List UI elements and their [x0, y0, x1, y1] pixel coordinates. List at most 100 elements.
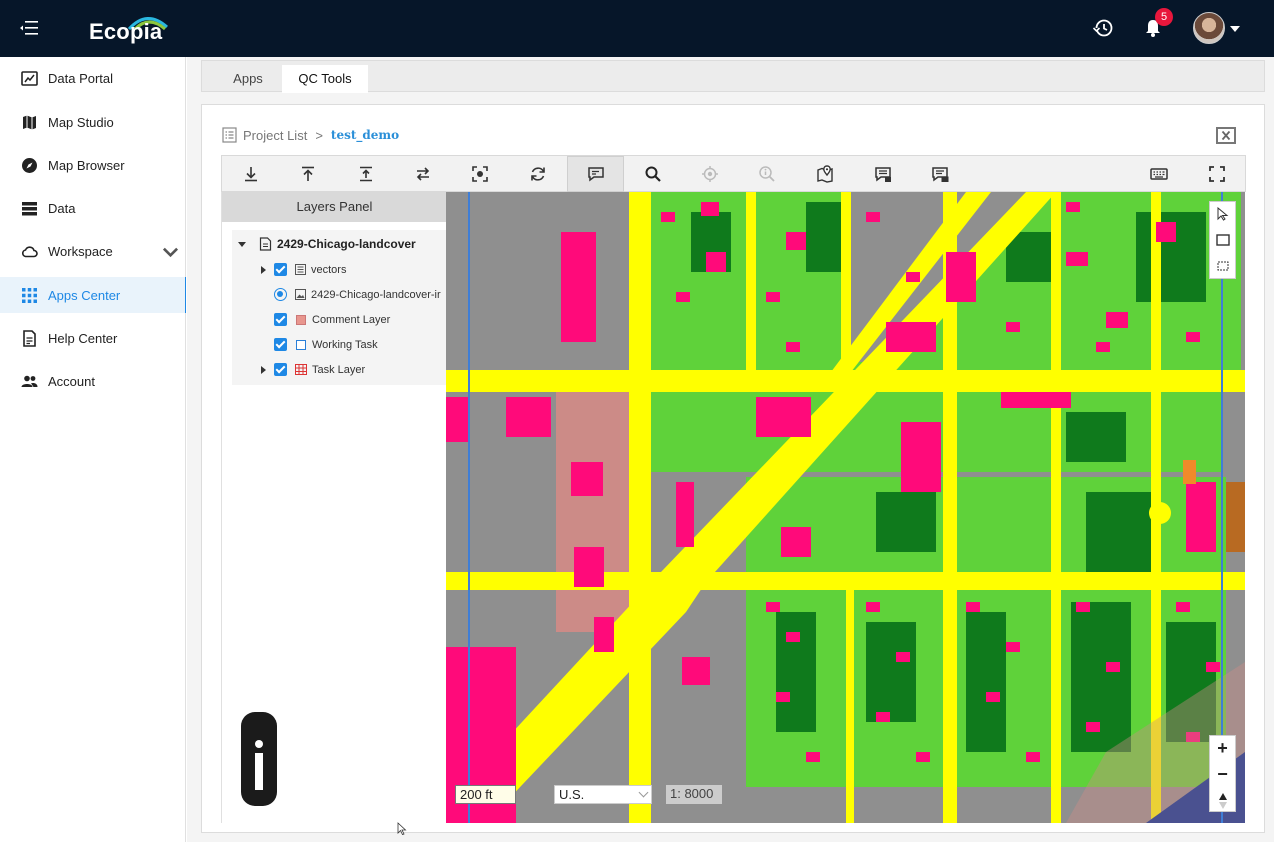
sidebar-item-help-center[interactable]: Help Center: [0, 320, 186, 356]
sidebar-item-label: Help Center: [48, 330, 118, 346]
keyboard-button[interactable]: [1140, 156, 1177, 192]
unit-select-value: U.S.: [559, 787, 585, 802]
breadcrumb: Project List > test_demo: [222, 126, 399, 144]
sidebar-item-label: Workspace: [48, 243, 113, 259]
download-button[interactable]: [232, 156, 269, 192]
grid-layer-icon: [295, 364, 307, 375]
tab-apps[interactable]: Apps: [218, 65, 278, 93]
upload-icon: [301, 166, 314, 181]
pointer-icon[interactable]: [1217, 207, 1229, 221]
map-icon: [23, 115, 36, 129]
user-avatar[interactable]: [1193, 12, 1225, 44]
layer-imagery[interactable]: 2429-Chicago-landcover-ir: [232, 284, 446, 306]
compass-reset-icon[interactable]: [1217, 792, 1229, 810]
search-button[interactable]: [634, 156, 671, 192]
ecopia-logo[interactable]: Ecopia: [89, 13, 179, 47]
info-button[interactable]: [241, 712, 277, 806]
layer-checkbox[interactable]: [274, 263, 287, 276]
unit-select[interactable]: U.S.: [554, 785, 652, 804]
notification-badge: 5: [1155, 8, 1173, 26]
refresh-icon: [530, 167, 545, 181]
layer-label: vectors: [311, 264, 347, 276]
sidebar-item-label: Map Studio: [48, 114, 114, 130]
search-icon: [645, 166, 661, 182]
layer-radio[interactable]: [274, 288, 287, 301]
sidebar-item-data[interactable]: Data: [0, 190, 186, 226]
image-icon: [295, 289, 306, 300]
polygon-select-icon[interactable]: [1216, 260, 1230, 272]
layer-task[interactable]: Task Layer: [232, 359, 446, 381]
landcover-map: [446, 192, 1245, 823]
data-portal-icon: [21, 70, 38, 86]
scale-ratio: 1: 8000: [666, 785, 722, 804]
collapse-icon[interactable]: [238, 242, 246, 247]
layer-root-label: 2429-Chicago-landcover: [277, 237, 416, 251]
swap-button[interactable]: [404, 156, 441, 192]
sidebar: Data Portal Map Studio Map Browser Data …: [0, 57, 186, 842]
user-menu-caret-icon[interactable]: [1230, 26, 1240, 32]
info-search-button[interactable]: [748, 156, 785, 192]
upload-button[interactable]: [289, 156, 326, 192]
sidebar-item-workspace[interactable]: Workspace: [0, 233, 186, 269]
map-toolbar: [221, 155, 1246, 192]
swap-icon: [416, 167, 429, 181]
rectangle-select-icon[interactable]: [1216, 234, 1230, 246]
sidebar-item-label: Apps Center: [48, 287, 121, 303]
apps-grid-icon: [22, 287, 37, 303]
chevron-down-icon[interactable]: [162, 243, 179, 260]
info-search-icon: [758, 166, 775, 182]
comment-check-button[interactable]: [921, 156, 958, 192]
layer-checkbox[interactable]: [274, 363, 287, 376]
merge-up-button[interactable]: [347, 156, 384, 192]
comment-edit-button[interactable]: [567, 156, 624, 192]
map-view[interactable]: [446, 192, 1245, 823]
layer-vectors[interactable]: vectors: [232, 259, 446, 281]
locate-icon: [701, 166, 718, 182]
refresh-button[interactable]: [519, 156, 556, 192]
zoom-in-button[interactable]: +: [1210, 736, 1235, 761]
map-marker-button[interactable]: [806, 156, 843, 192]
keyboard-icon: [1149, 168, 1168, 180]
expand-icon[interactable]: [261, 366, 266, 374]
layers-panel-title: Layers Panel: [222, 192, 447, 222]
scale-bar-label: 200 ft: [455, 785, 516, 804]
locate-button[interactable]: [691, 156, 728, 192]
tab-qc-tools[interactable]: QC Tools: [282, 65, 368, 93]
fullscreen-button[interactable]: [1198, 156, 1235, 192]
menu-icon[interactable]: [19, 19, 39, 37]
comment-list-button[interactable]: [864, 156, 901, 192]
layer-working-task[interactable]: Working Task: [232, 334, 446, 356]
zoom-out-button[interactable]: −: [1210, 762, 1235, 787]
breadcrumb-separator: >: [315, 127, 323, 143]
breadcrumb-project-list[interactable]: Project List: [243, 128, 307, 143]
sidebar-item-data-portal[interactable]: Data Portal: [0, 60, 186, 96]
comment-check-icon: [931, 167, 948, 182]
close-icon[interactable]: [1216, 127, 1236, 144]
tabs-bar: Apps QC Tools: [201, 60, 1265, 93]
layer-label: Task Layer: [312, 364, 366, 376]
sidebar-item-label: Account: [48, 373, 95, 389]
layer-checkbox[interactable]: [274, 313, 287, 326]
sidebar-item-account[interactable]: Account: [0, 363, 186, 399]
storage-icon: [22, 201, 37, 215]
sidebar-item-label: Map Browser: [48, 157, 125, 173]
sidebar-item-map-studio[interactable]: Map Studio: [0, 104, 186, 140]
layer-swatch: [296, 340, 306, 350]
capture-icon: [471, 166, 488, 182]
document-icon: [23, 329, 36, 347]
zoom-controls: + −: [1209, 735, 1236, 812]
layer-root[interactable]: 2429-Chicago-landcover: [232, 233, 446, 255]
sidebar-item-map-browser[interactable]: Map Browser: [0, 147, 186, 183]
top-bar: Ecopia 5: [0, 0, 1274, 57]
layer-label: Working Task: [312, 339, 378, 351]
layer-checkbox[interactable]: [274, 338, 287, 351]
map-marker-icon: [816, 165, 833, 183]
expand-icon[interactable]: [261, 266, 266, 274]
sidebar-item-label: Data: [48, 200, 76, 216]
sidebar-item-apps-center[interactable]: Apps Center: [0, 277, 186, 313]
vector-layer-icon: [295, 264, 306, 275]
capture-button[interactable]: [461, 156, 498, 192]
sidebar-item-label: Data Portal: [48, 70, 114, 86]
layer-comment[interactable]: Comment Layer: [232, 309, 446, 331]
history-icon[interactable]: [1092, 17, 1114, 39]
